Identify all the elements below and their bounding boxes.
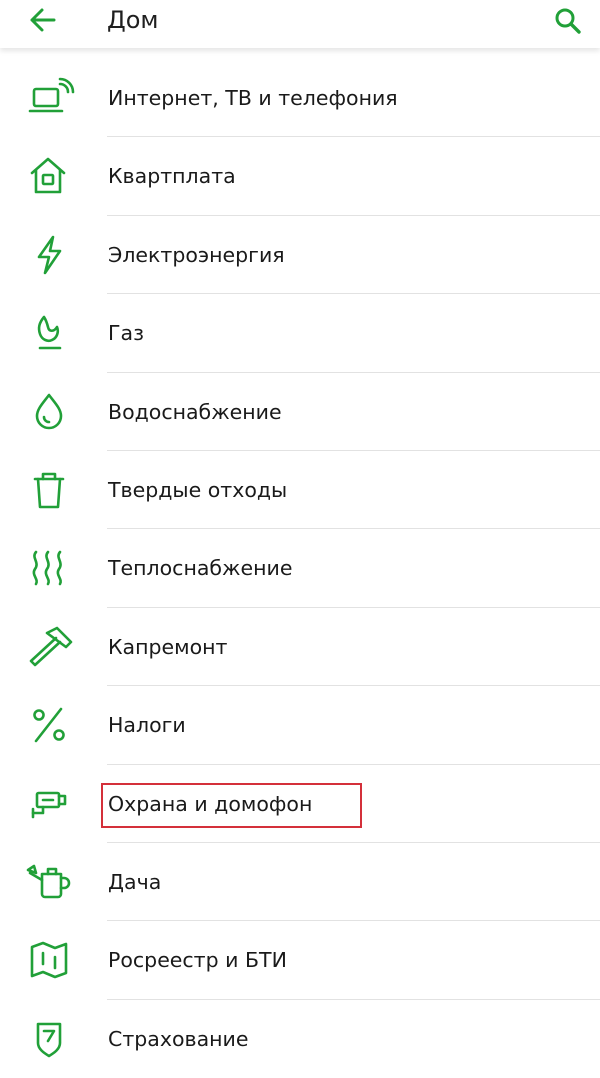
hammer-icon [27,626,73,667]
search-button[interactable] [552,5,584,37]
list-item-label: Теплоснабжение [108,556,293,581]
list-item-label: Интернет, ТВ и телефония [108,86,398,110]
list-item-insurance[interactable]: Страхование [0,1000,600,1078]
page-title: Дом [107,6,159,34]
list-item-rosreestr[interactable]: Росреестр и БТИ [0,921,600,1000]
category-list: Интернет, ТВ и телефония Квартплата Элек… [0,59,600,1078]
house-icon [27,156,73,196]
arrow-left-icon [30,8,56,32]
list-item-label: Газ [108,321,144,346]
list-item-taxes[interactable]: Налоги [0,686,600,765]
list-item-label: Страхование [108,1026,249,1051]
list-item-heating[interactable]: Теплоснабжение [0,529,600,608]
list-item-label: Налоги [108,713,186,738]
list-item-internet[interactable]: Интернет, ТВ и телефония [0,59,600,138]
list-item-label: Дача [108,869,162,894]
list-item-label: Водоснабжение [108,399,282,424]
back-button[interactable] [24,4,60,36]
list-item-electricity[interactable]: Электроэнергия [0,216,600,295]
list-item-gas[interactable]: Газ [0,294,600,373]
list-item-label: Квартплата [108,164,236,189]
water-drop-icon [27,392,73,432]
list-item-dacha[interactable]: Дача [0,843,600,922]
list-item-label: Электроэнергия [108,242,285,267]
gas-flame-icon [27,313,73,353]
list-item-rent[interactable]: Квартплата [0,137,600,216]
list-item-overhaul[interactable]: Капремонт [0,608,600,687]
list-item-label: Росреестр и БТИ [108,948,287,973]
watering-can-icon [26,862,73,902]
list-item-label: Капремонт [108,634,228,659]
trash-bin-icon [27,470,73,510]
map-icon [27,940,73,980]
security-camera-icon [27,784,73,824]
app-header: Дом [0,0,600,48]
percent-icon [27,705,73,745]
list-item-security[interactable]: Охрана и домофон [0,765,600,843]
heat-waves-icon [27,548,73,588]
shield-icon [27,1019,73,1059]
list-item-label: Охрана и домофон [108,791,313,816]
list-item-water[interactable]: Водоснабжение [0,373,600,451]
laptop-wifi-icon [27,77,75,118]
list-item-label: Твердые отходы [108,477,288,502]
search-icon [555,8,581,34]
list-item-waste[interactable]: Твердые отходы [0,451,600,530]
lightning-icon [27,235,73,275]
